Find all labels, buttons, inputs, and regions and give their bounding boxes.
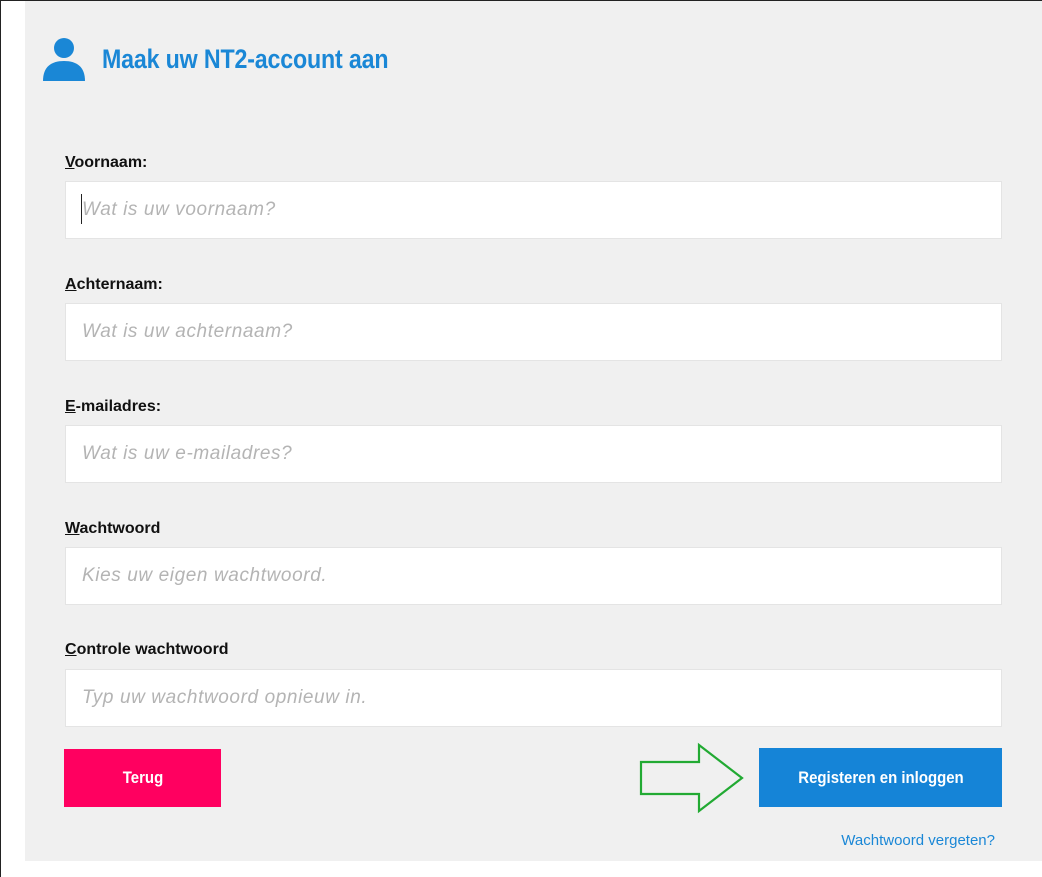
register-button-label: Registeren en inloggen [797,767,964,787]
text-caret [81,194,82,224]
first-name-label: Voornaam: [65,154,147,172]
password-input[interactable] [65,547,1002,605]
label-text: chternaam: [76,276,163,293]
first-name-input[interactable] [65,181,1002,239]
arrow-right-icon [639,742,745,819]
email-label: E-mailadres: [65,398,161,416]
last-name-input[interactable] [65,303,1002,361]
form-header: Maak uw NT2-account aan [40,35,435,83]
back-button-label: Terug [122,768,163,787]
label-text: ontrole wachtwoord [76,641,229,658]
confirm-password-label: Controle wachtwoord [65,641,229,659]
last-name-label: Achternaam: [65,276,163,294]
label-text: oornaam: [74,154,148,171]
label-text: achtwoord [79,520,161,537]
page-frame: Maak uw NT2-account aan Voornaam: Achter… [0,0,1042,877]
label-text: -mailadres: [75,398,162,415]
access-key: A [65,276,77,293]
back-button[interactable]: Terug [64,749,221,807]
email-input[interactable] [65,425,1002,483]
password-label: Wachtwoord [65,520,160,538]
forgot-password-link[interactable]: Wachtwoord vergeten? [841,832,995,849]
confirm-password-input[interactable] [65,669,1002,727]
access-key: C [65,641,77,658]
register-button[interactable]: Registeren en inloggen [759,748,1002,807]
access-key: E [65,398,76,415]
page-title: Maak uw NT2-account aan [102,43,389,74]
user-icon [40,35,88,83]
access-key: W [65,520,80,537]
